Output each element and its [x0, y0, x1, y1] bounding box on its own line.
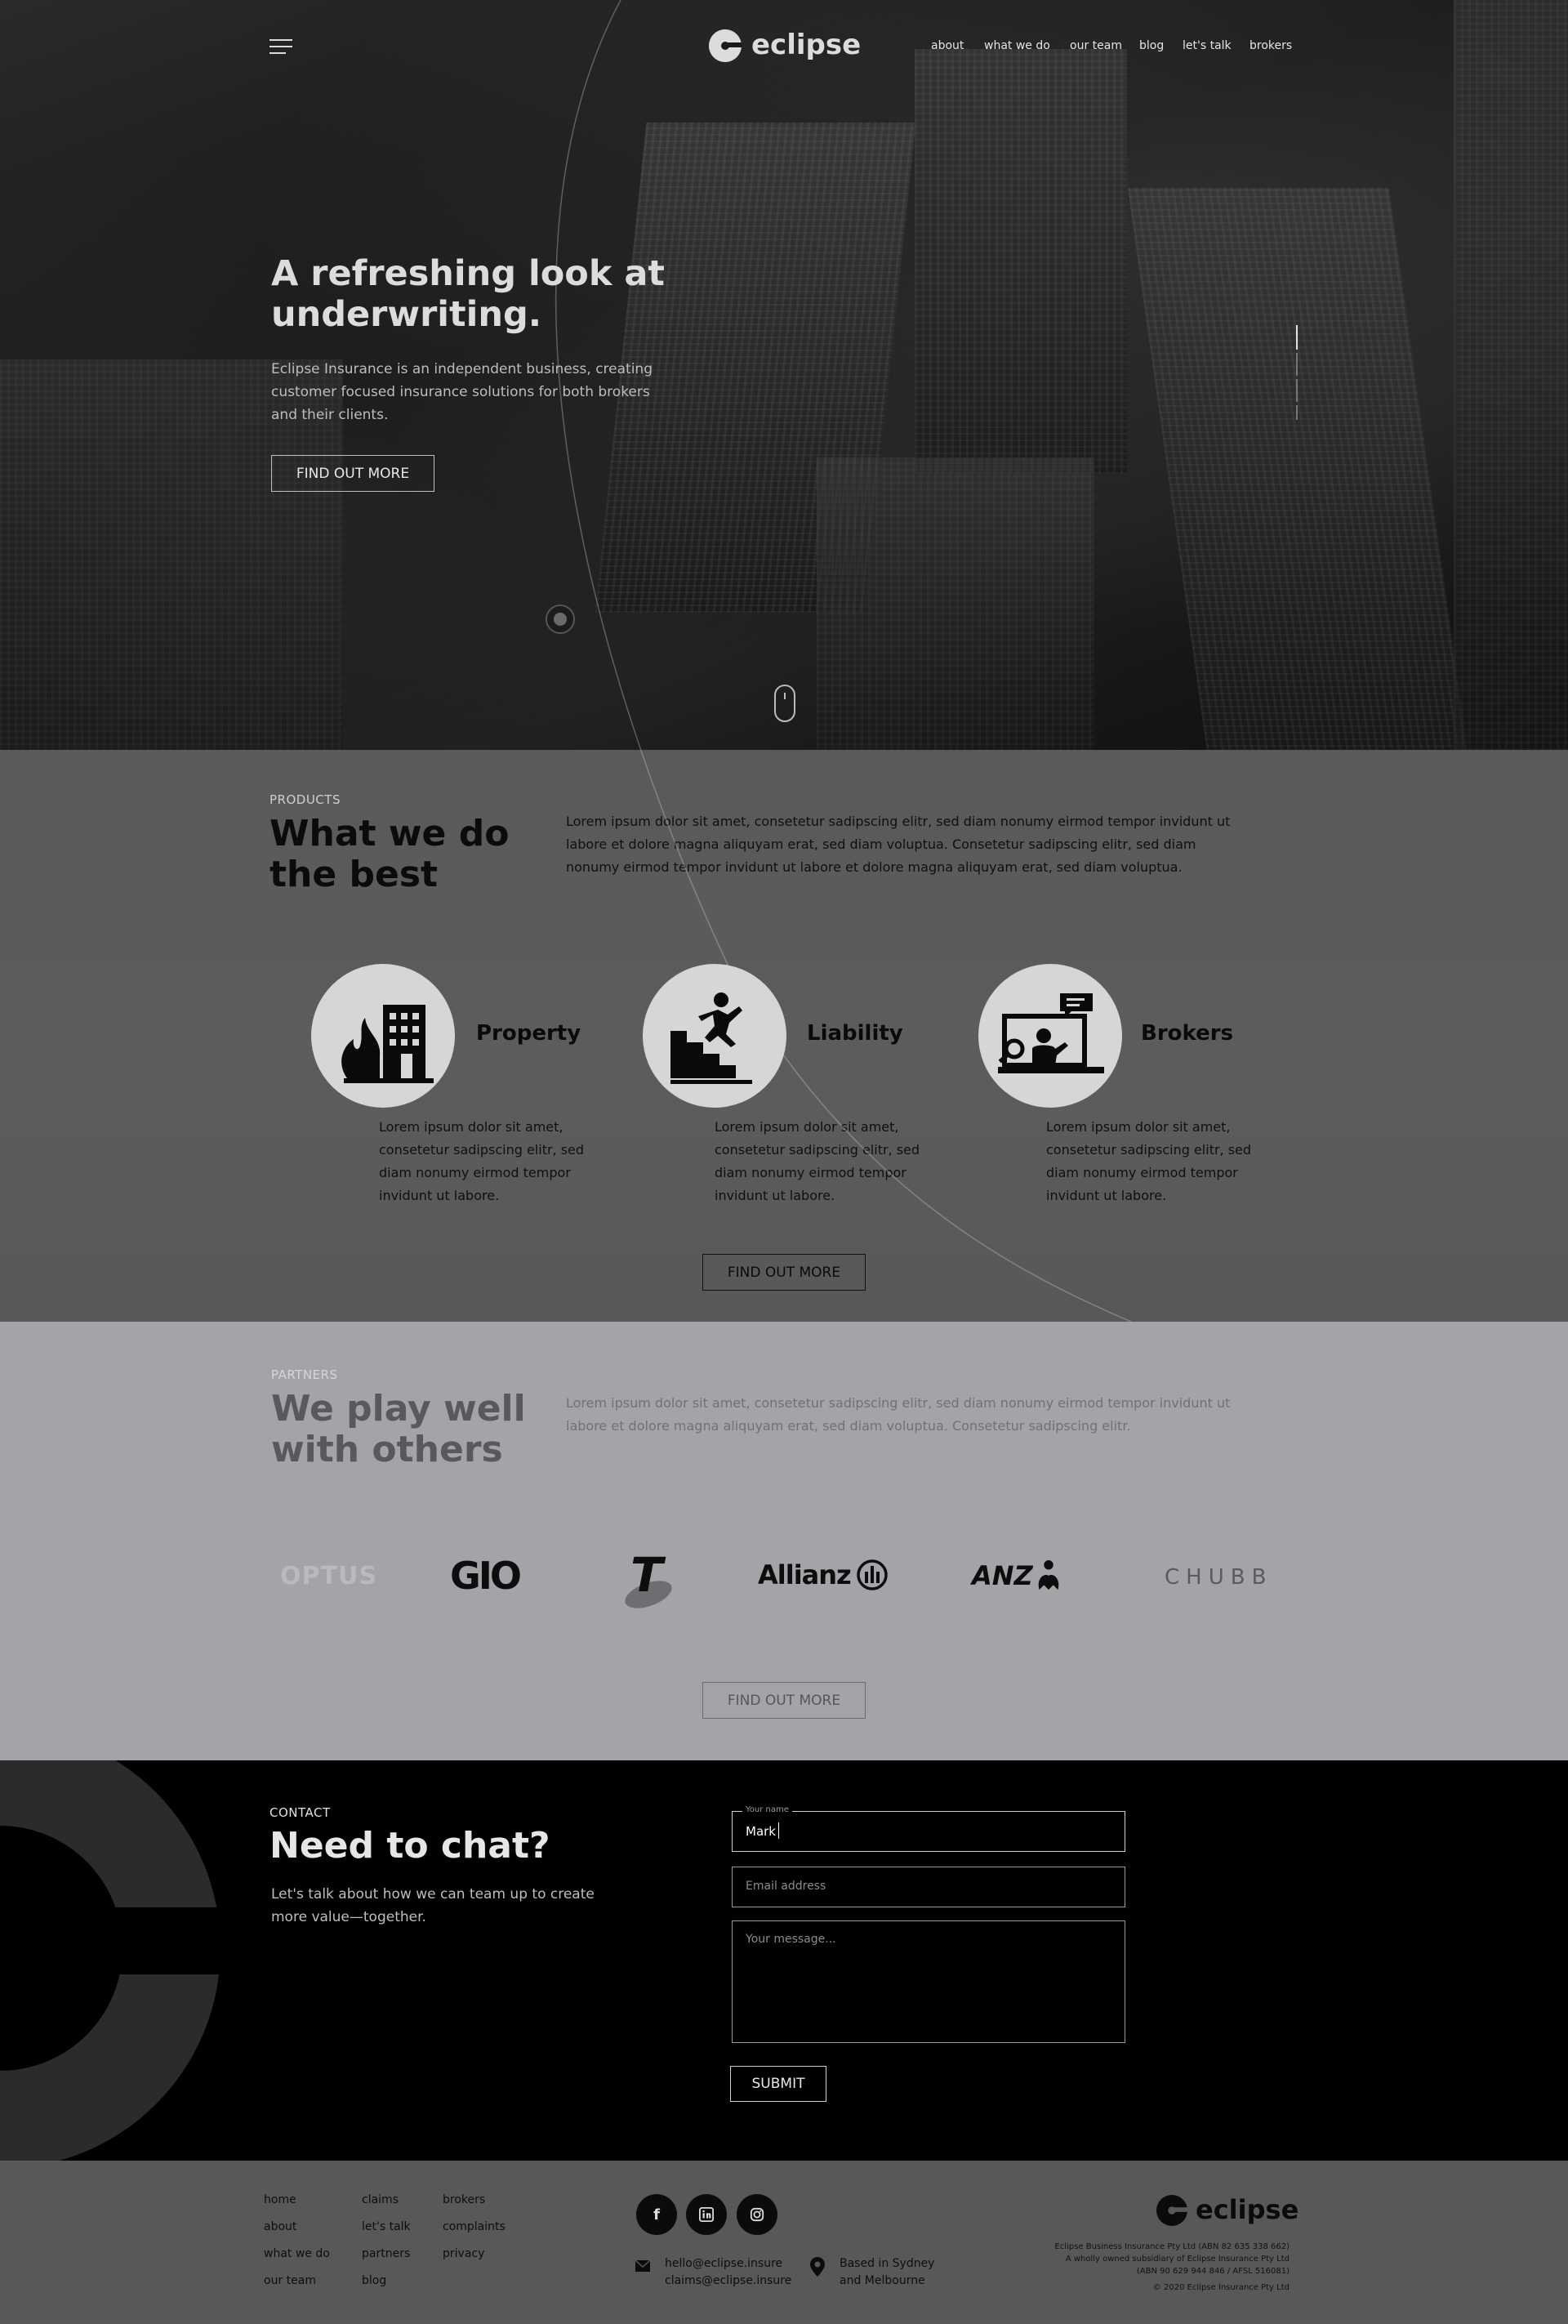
footer-link-claims[interactable]: claims [362, 2193, 399, 2206]
products-body: Lorem ipsum dolor sit amet, consetetur s… [566, 814, 1231, 875]
nav-about[interactable]: about [931, 39, 964, 52]
nav-what-we-do[interactable]: what we do [984, 39, 1050, 52]
contact-section: CONTACT Need to chat? Let's talk about h… [0, 1760, 1568, 2161]
footer-link-complaints[interactable]: complaints [443, 2220, 506, 2233]
footer: home about what we do our team claims le… [0, 2161, 1568, 2324]
footer-logo[interactable]: eclipse [1156, 2192, 1298, 2228]
name-field-value: Mark [746, 1824, 776, 1839]
footer-legal-line1: Eclipse Business Insurance Pty Ltd (ABN … [1054, 2242, 1290, 2251]
brokers-icon-circle [978, 964, 1122, 1108]
products-find-out-more-button[interactable]: FIND OUT MORE [702, 1254, 866, 1291]
products-title: What we do the best [270, 813, 510, 895]
scroll-down-mouse-icon[interactable] [774, 685, 795, 722]
logo[interactable]: eclipse [709, 26, 861, 64]
hero-building [1454, 0, 1568, 750]
slider-indicator[interactable] [1296, 379, 1298, 402]
footer-location-line1: Based in Sydney [840, 2257, 935, 2270]
burning-building-icon [341, 1005, 434, 1083]
instagram-icon[interactable] [737, 2194, 777, 2235]
liability-icon-circle [643, 964, 786, 1108]
footer-link-what-we-do[interactable]: what we do [264, 2247, 330, 2260]
message-field-placeholder: Your message... [746, 1933, 836, 1946]
contact-eyebrow: CONTACT [270, 1805, 331, 1820]
hamburger-menu-icon[interactable] [270, 39, 292, 54]
footer-link-blog[interactable]: blog [362, 2274, 386, 2287]
presenter-screen-icon [998, 993, 1104, 1073]
falling-person-stairs-icon [670, 992, 752, 1084]
footer-link-about[interactable]: about [264, 2220, 296, 2233]
product-desc-liability: Lorem ipsum dolor sit amet, consetetur s… [715, 1119, 920, 1203]
name-field-label: Your name [742, 1805, 792, 1814]
partners-eyebrow: PARTNERS [271, 1367, 338, 1382]
footer-location-line2: and Melbourne [840, 2274, 925, 2287]
anz-people-icon [1038, 1560, 1059, 1590]
products-eyebrow: PRODUCTS [270, 792, 341, 807]
hero-building [915, 49, 1127, 474]
email-icon [635, 2260, 650, 2272]
product-desc-property: Lorem ipsum dolor sit amet, consetetur s… [379, 1119, 585, 1203]
partners-title: We play well with others [271, 1388, 526, 1470]
property-icon-circle [311, 964, 455, 1108]
allianz-emblem-icon [856, 1559, 888, 1590]
nav-lets-talk[interactable]: let's talk [1183, 39, 1232, 52]
nav-our-team[interactable]: our team [1070, 39, 1122, 52]
hero-subtitle: Eclipse Insurance is an independent busi… [271, 361, 653, 423]
footer-email-hello[interactable]: hello@eclipse.insure [665, 2257, 782, 2270]
hero-building [1127, 188, 1470, 750]
orbit-dot-icon [546, 604, 575, 634]
slider-indicator[interactable] [1296, 405, 1298, 420]
text-cursor [778, 1822, 779, 1839]
product-desc-brokers: Lorem ipsum dolor sit amet, consetetur s… [1046, 1119, 1252, 1203]
product-name-liability: Liability [807, 1021, 903, 1046]
footer-legal-line2: A wholly owned subsidiary of Eclipse Ins… [1065, 2255, 1290, 2264]
partners-find-out-more-button[interactable]: FIND OUT MORE [702, 1682, 866, 1719]
partner-logo-chubb: CHUBB [1165, 1565, 1273, 1590]
brand-name: eclipse [751, 29, 862, 61]
submit-button[interactable]: SUBMIT [730, 2066, 826, 2102]
hero-title: A refreshing look at underwriting. [271, 253, 665, 335]
products-section: PRODUCTS What we do the best Lorem ipsum… [0, 750, 1568, 1322]
slider-indicator[interactable] [1296, 353, 1298, 376]
footer-link-our-team[interactable]: our team [264, 2274, 316, 2287]
partners-body: Lorem ipsum dolor sit amet, consetetur s… [566, 1395, 1231, 1434]
nav-blog[interactable]: blog [1139, 39, 1164, 52]
footer-legal-line3: (ABN 90 629 944 846 / AFSL 516081) [1136, 2267, 1290, 2276]
footer-brand-name: eclipse [1196, 2194, 1299, 2225]
eclipse-logo-icon [709, 29, 742, 62]
footer-email-claims[interactable]: claims@eclipse.insure [665, 2274, 791, 2287]
partner-logo-telstra: T [621, 1547, 678, 1611]
name-field[interactable]: Your name Mark [732, 1805, 1125, 1852]
contact-body: Let's talk about how we can team up to c… [271, 1886, 595, 1925]
hero-section: eclipse about what we do our team blog l… [0, 0, 1568, 750]
partners-section: PARTNERS We play well with others Lorem … [0, 1322, 1568, 1760]
eclipse-watermark-icon [0, 1760, 229, 2161]
eclipse-logo-icon [1156, 2194, 1187, 2226]
contact-title: Need to chat? [270, 1825, 550, 1867]
partner-logo-optus: OPTUS [280, 1562, 377, 1590]
email-field-placeholder: Email address [746, 1880, 826, 1893]
footer-link-brokers[interactable]: brokers [443, 2193, 485, 2206]
facebook-icon[interactable]: f [636, 2194, 677, 2235]
partner-logo-gio: GIO [450, 1554, 522, 1598]
footer-link-partners[interactable]: partners [362, 2247, 410, 2260]
linkedin-icon[interactable] [686, 2194, 727, 2235]
email-field[interactable]: Email address [732, 1867, 1125, 1907]
partner-logo-anz: ANZ [972, 1559, 1064, 1593]
location-pin-icon [810, 2257, 825, 2277]
hero-building [817, 457, 1094, 750]
footer-link-lets-talk[interactable]: let's talk [362, 2220, 411, 2233]
product-name-brokers: Brokers [1141, 1021, 1234, 1046]
hero-find-out-more-button[interactable]: FIND OUT MORE [271, 455, 434, 492]
slider-indicator-active[interactable] [1296, 325, 1298, 350]
footer-link-privacy[interactable]: privacy [443, 2247, 484, 2260]
partner-logo-allianz: Allianz [758, 1559, 889, 1591]
message-field[interactable]: Your message... [732, 1920, 1125, 2043]
product-name-property: Property [476, 1021, 581, 1046]
nav-brokers[interactable]: brokers [1250, 39, 1292, 52]
footer-link-home[interactable]: home [264, 2193, 296, 2206]
footer-copyright: © 2020 Eclipse Insurance Pty Ltd [1152, 2283, 1290, 2292]
